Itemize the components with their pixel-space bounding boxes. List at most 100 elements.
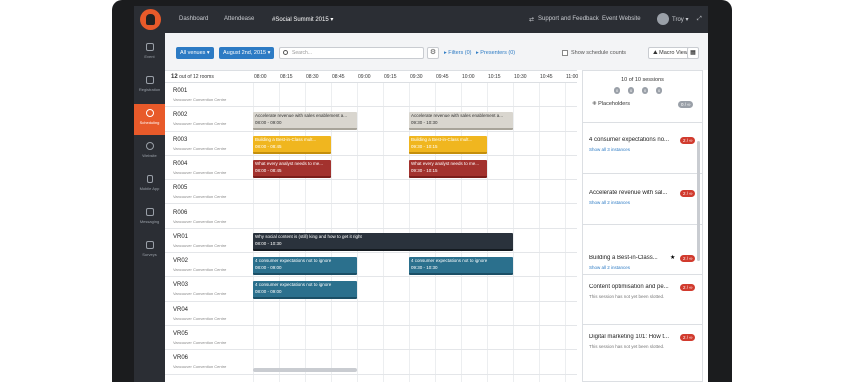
session-block[interactable]: Accelerate revenue with sales enablement… (409, 112, 513, 130)
sidebar-item-label: Event (144, 54, 155, 59)
show-instances-link[interactable]: Show all 3 instances (589, 147, 630, 152)
schedule-counts-label: Show schedule counts (571, 50, 627, 56)
room-name: R003 (173, 136, 188, 143)
sidebar-item-scheduling[interactable]: Scheduling (134, 104, 165, 135)
session-block[interactable]: 4 consumer expectations not to ignore 08:… (253, 281, 357, 299)
status-pill[interactable]: 0 (628, 87, 635, 94)
breadcrumb-dashboard[interactable]: Dashboard (179, 16, 208, 22)
room-venue: Vancouver Convention Centre (173, 145, 227, 151)
status-pill[interactable]: 0 (642, 87, 649, 94)
session-time: 09:30 - 10:30 (411, 119, 438, 125)
star-icon[interactable]: ★ (670, 254, 675, 261)
top-bar: Dashboard Attendease #Social Summit 2015… (134, 6, 708, 33)
avatar[interactable] (657, 13, 669, 25)
date-dropdown[interactable]: August 2nd, 2015 ▾ (219, 47, 275, 59)
sessions-panel: 10 of 10 sessions 0 0 0 0 ⁜ Placeholders… (582, 70, 703, 382)
chart-icon (145, 241, 154, 249)
room-row: VR03 Vancouver Convention Centre (165, 277, 577, 302)
session-block[interactable]: Building a Best-in-Class mult... 09:30 - … (409, 136, 487, 154)
card-badge: 2 / ∞ (680, 255, 696, 262)
session-block[interactable]: Building a Best-in-Class mult... 08:00 - … (253, 136, 331, 154)
placeholders-badge: 0 / ∞ (678, 101, 694, 108)
session-card[interactable]: Content optimisation and pe... 2 / ∞ Thi… (583, 275, 702, 325)
room-name: VR06 (173, 355, 189, 362)
session-time: 09:30 - 10:30 (411, 264, 438, 270)
room-venue: Vancouver Convention Centre (173, 340, 227, 345)
card-badge: 2 / ∞ (680, 137, 696, 144)
show-instances-link[interactable]: Show all 2 instances (589, 265, 630, 270)
room-venue: Vancouver Convention Centre (173, 121, 227, 127)
clock-icon (145, 109, 154, 117)
room-venue: Vancouver Convention Centre (173, 218, 227, 224)
session-time: 09:30 - 10:15 (411, 143, 438, 149)
session-block[interactable]: Why social content is (still) king and h… (253, 233, 513, 251)
toolbar: All venues ▾ August 2nd, 2015 ▾ Search..… (165, 33, 708, 70)
session-block[interactable]: Accelerate revenue with sales enablement… (253, 112, 357, 130)
breadcrumb-attendease[interactable]: Attendease (224, 16, 254, 22)
room-venue: Vancouver Convention Centre (173, 364, 227, 370)
sidebar-item-registration[interactable]: Registration (134, 71, 165, 99)
time-tick: 09:00 (358, 74, 371, 80)
room-name: VR02 (173, 258, 189, 265)
session-block[interactable]: What every analyst needs to me... 09:30 -… (409, 160, 487, 178)
time-tick: 08:45 (332, 74, 345, 80)
horizontal-scrollbar[interactable] (253, 368, 357, 372)
app-logo[interactable] (140, 9, 161, 30)
time-tick: 10:30 (514, 74, 527, 80)
placeholders-toggle[interactable]: ⁜ Placeholders (592, 101, 630, 107)
time-tick: 10:45 (540, 74, 553, 80)
room-name: R002 (173, 112, 188, 119)
status-pill[interactable]: 0 (614, 87, 621, 94)
presenters-label: Presenters (0) (480, 50, 516, 56)
card-title: Accelerate revenue with sal... (589, 190, 668, 196)
status-pill[interactable]: 0 (656, 87, 663, 94)
sidebar-item-messaging[interactable]: Messaging (134, 203, 165, 231)
card-title: Content optimisation and pe... (589, 284, 669, 290)
event-website-link[interactable]: Event Website (602, 16, 641, 22)
presenters-link[interactable]: ▸ Presenters (0) (476, 50, 515, 56)
sidebar-item-website[interactable]: Website (134, 137, 165, 165)
session-card[interactable]: Digital marketing 101: How t... 2 / ∞ Th… (583, 325, 702, 381)
session-time: 08:00 - 09:00 (255, 119, 282, 125)
gear-icon[interactable]: ⚙ (427, 47, 439, 59)
schedule-counts-checkbox[interactable] (562, 50, 568, 56)
user-menu[interactable]: Troy ▾ (672, 16, 688, 23)
sidebar: Event Registration Scheduling Website Mo… (134, 33, 165, 382)
sidebar-item-surveys[interactable]: Surveys (134, 236, 165, 264)
sidebar-item-label: Mobile App (139, 186, 160, 191)
grid-view-icon[interactable]: ▦ (687, 47, 699, 59)
sidebar-item-event[interactable]: Event (134, 38, 165, 66)
room-venue: Vancouver Convention Centre (173, 169, 227, 175)
session-block[interactable]: What every analyst needs to me... 08:00 -… (253, 160, 331, 178)
room-row: R004 Vancouver Convention Centre (165, 156, 577, 181)
room-venue: Vancouver Convention Centre (173, 267, 227, 273)
user-icon (145, 76, 154, 84)
room-name: R005 (173, 185, 188, 192)
session-block[interactable]: 4 consumer expectations not to ignore 09:… (409, 257, 513, 275)
sidebar-item-label: Messaging (139, 219, 160, 224)
card-badge: 2 / ∞ (680, 190, 696, 197)
sidebar-item-mobile-app[interactable]: Mobile App (134, 170, 165, 198)
show-instances-link[interactable]: Show all 2 instances (589, 200, 630, 205)
filters-link[interactable]: ▸ Filters (0) (444, 50, 472, 56)
session-card[interactable]: 4 consumer expectations no... 2 / ∞ Show… (583, 123, 702, 174)
room-count-text: out of 12 rooms (179, 74, 214, 80)
breadcrumb-event[interactable]: #Social Summit 2015 ▾ (272, 16, 333, 23)
app-screen: Dashboard Attendease #Social Summit 2015… (134, 6, 708, 382)
support-link[interactable]: Support and Feedback (538, 16, 599, 22)
time-tick: 10:00 (462, 74, 475, 80)
panel-scrollbar[interactable] (697, 141, 700, 261)
room-row: R003 Vancouver Convention Centre (165, 132, 577, 156)
filters-label: Filters (0) (448, 50, 472, 56)
venues-dropdown[interactable]: All venues ▾ (176, 47, 214, 59)
main-area: All venues ▾ August 2nd, 2015 ▾ Search..… (165, 33, 708, 382)
room-row: VR02 Vancouver Convention Centre (165, 253, 577, 278)
search-input[interactable]: Search... (279, 47, 424, 59)
support-icon: ⇄ (529, 17, 535, 23)
room-name: VR04 (173, 306, 189, 313)
globe-icon (145, 142, 154, 150)
session-card[interactable]: Accelerate revenue with sal... 2 / ∞ Sho… (583, 174, 702, 225)
expand-icon[interactable]: ⤢ (697, 16, 702, 23)
session-block[interactable]: 4 consumer expectations not to ignore 08:… (253, 257, 357, 275)
session-card[interactable]: Building a Best-in-Class... ★ 2 / ∞ Show… (583, 225, 702, 275)
